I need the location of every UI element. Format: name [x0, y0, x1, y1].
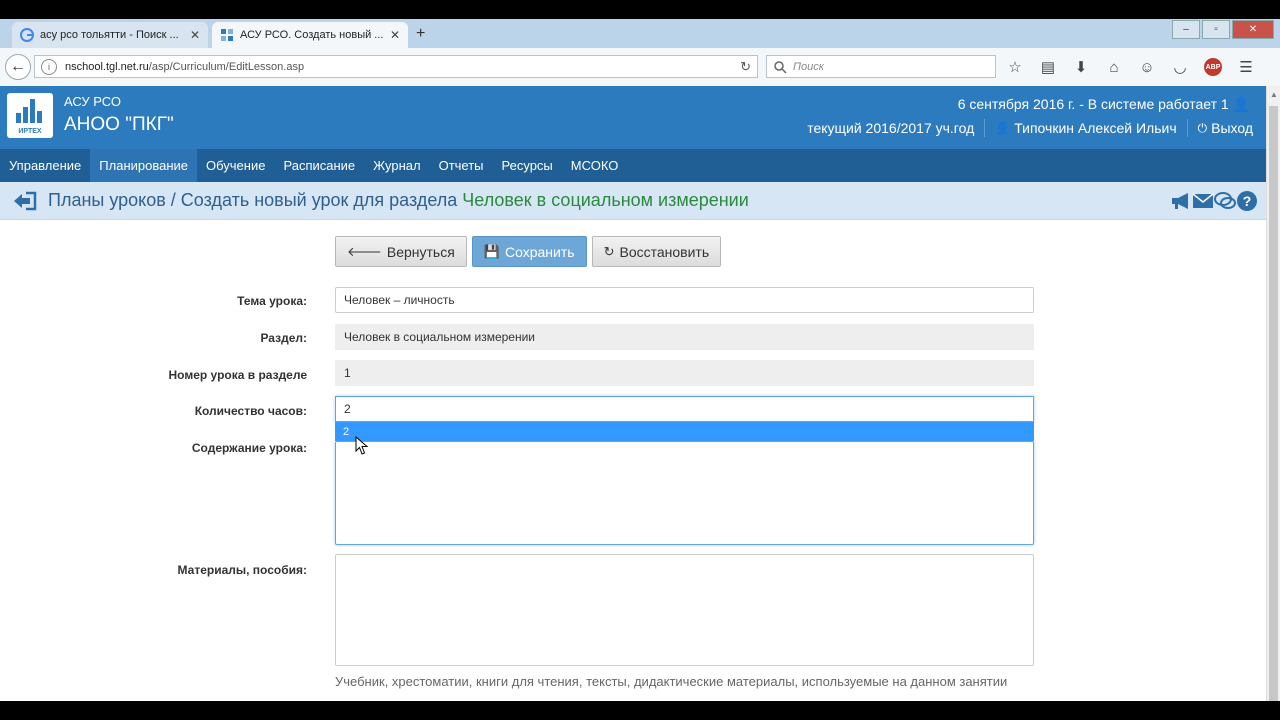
google-icon — [20, 28, 34, 42]
screen: асу рсо тольятти - Поиск ... ✕ АСУ РСО. … — [0, 19, 1280, 701]
browser-search-input[interactable]: Поиск — [766, 55, 996, 78]
browser-nav-bar: ← i nschool.tgl.net.ru /asp/Curriculum/E… — [0, 48, 1280, 87]
users-online-icon[interactable]: 👤 — [1233, 96, 1250, 112]
help-icon[interactable]: ? — [1236, 190, 1258, 212]
org-name: АНОО "ПКГ" — [64, 114, 174, 135]
window-controls: – ▫ ✕ — [1170, 20, 1274, 39]
content-textarea[interactable] — [335, 441, 1034, 545]
site-icon — [221, 29, 233, 41]
section-name: Человек в социальном измерении — [462, 190, 749, 210]
adblock-icon[interactable]: ABP — [1202, 56, 1224, 78]
address-bar[interactable]: i nschool.tgl.net.ru /asp/Curriculum/Edi… — [34, 55, 758, 78]
page-title-bar: Планы уроков / Создать новый урок для ра… — [0, 182, 1266, 220]
hours-label: Количество часов: — [194, 404, 307, 418]
search-placeholder: Поиск — [793, 60, 824, 73]
lesson-number-label: Номер урока в разделе — [168, 368, 308, 382]
bookmark-star-icon[interactable]: ☆ — [1004, 56, 1026, 78]
url-path: /asp/Curriculum/EditLesson.asp — [148, 60, 305, 73]
menu-item-management[interactable]: Управление — [0, 149, 90, 182]
menu-item-reports[interactable]: Отчеты — [430, 149, 493, 182]
minimize-icon[interactable]: – — [1172, 20, 1200, 39]
pocket-icon[interactable]: ◡ — [1169, 56, 1191, 78]
content-label: Содержание урока: — [191, 441, 307, 455]
logo-text: ИРТЕХ — [18, 128, 42, 135]
mouse-pointer-icon — [355, 436, 369, 455]
app-header: ИРТЕХ АСУ РСО АНОО "ПКГ" 6 сентября 2016… — [0, 86, 1266, 149]
materials-label: Материалы, пособия: — [177, 563, 308, 577]
topic-input[interactable]: Человек – личность — [335, 287, 1034, 313]
info-icon[interactable]: i — [41, 58, 57, 75]
tab-title: асу рсо тольятти - Поиск ... — [40, 29, 179, 41]
title-icons: ? — [1170, 190, 1258, 212]
tab-search[interactable]: асу рсо тольятти - Поиск ... ✕ — [12, 22, 208, 48]
page-title: Планы уроков / Создать новый урок для ра… — [48, 190, 749, 210]
action-buttons: 🡐 Вернуться 💾 Сохранить ↻ Восстановить — [335, 236, 726, 267]
user-icon: 👤 — [995, 121, 1011, 135]
power-icon: ⏻ — [1197, 120, 1208, 135]
autocomplete-option[interactable]: 2 — [335, 422, 1034, 441]
logout-link[interactable]: Выход — [1211, 120, 1253, 136]
close-window-icon[interactable]: ✕ — [1232, 20, 1274, 39]
browser-toolbar: ☆ ▤ ⬇ ⌂ ☺ ◡ ABP ☰ — [1004, 56, 1268, 78]
save-button[interactable]: 💾 Сохранить — [471, 236, 587, 267]
megaphone-icon[interactable] — [1170, 190, 1192, 212]
hours-input[interactable]: 2 — [335, 396, 1034, 422]
user-line: текущий 2016/2017 уч.год 👤 Типочкин Алек… — [807, 119, 1253, 137]
menu-item-education[interactable]: Обучение — [197, 149, 274, 182]
section-field: Человек в социальном измерении — [335, 324, 1034, 350]
mail-icon[interactable] — [1192, 190, 1214, 212]
close-tab-icon[interactable]: ✕ — [190, 28, 200, 42]
tab-title: АСУ РСО. Создать новый ... — [240, 29, 384, 41]
main-menu: Управление Планирование Обучение Расписа… — [0, 149, 1266, 182]
back-button[interactable]: 🡐 Вернуться — [335, 236, 467, 267]
refresh-icon: ↻ — [603, 243, 615, 259]
menu-item-schedule[interactable]: Расписание — [274, 149, 364, 182]
restore-button[interactable]: ↻ Восстановить — [591, 236, 722, 267]
arrow-left-icon: 🡐 — [347, 243, 382, 259]
menu-item-msoko[interactable]: МСОКО — [562, 149, 628, 182]
tab-edit-lesson[interactable]: АСУ РСО. Создать новый ... ✕ — [212, 22, 408, 48]
new-tab-icon[interactable]: + — [416, 25, 425, 43]
section-label: Раздел: — [260, 331, 307, 345]
search-icon — [774, 60, 787, 74]
logo-bars-icon — [16, 99, 44, 123]
date-status: 6 сентября 2016 г. - В системе работает … — [957, 96, 1250, 112]
url-host: nschool.tgl.net.ru — [65, 60, 149, 73]
app-name: АСУ РСО — [64, 94, 121, 109]
reload-icon[interactable]: ↻ — [740, 59, 751, 75]
hello-icon[interactable]: ☺ — [1136, 56, 1158, 78]
svg-text:?: ? — [1243, 193, 1252, 209]
hamburger-menu-icon[interactable]: ☰ — [1235, 56, 1257, 78]
materials-hint: Учебник, хрестоматии, книги для чтения, … — [335, 674, 1008, 689]
browser-tab-bar: асу рсо тольятти - Поиск ... ✕ АСУ РСО. … — [0, 19, 1280, 48]
floppy-icon: 💾 — [483, 243, 500, 259]
close-tab-icon[interactable]: ✕ — [390, 28, 400, 42]
school-year[interactable]: текущий 2016/2017 уч.год — [807, 120, 974, 136]
menu-item-journal[interactable]: Журнал — [364, 149, 429, 182]
menu-item-planning[interactable]: Планирование — [90, 149, 198, 182]
materials-textarea[interactable] — [335, 554, 1034, 666]
back-arrow-icon[interactable] — [12, 190, 38, 212]
chat-icon[interactable] — [1214, 190, 1236, 212]
topic-label: Тема урока: — [237, 294, 307, 308]
logo[interactable]: ИРТЕХ — [7, 93, 53, 138]
download-icon[interactable]: ⬇ — [1070, 56, 1092, 78]
lesson-number-field: 1 — [335, 360, 1034, 386]
maximize-icon[interactable]: ▫ — [1202, 20, 1230, 39]
home-icon[interactable]: ⌂ — [1103, 56, 1125, 78]
menu-item-resources[interactable]: Ресурсы — [493, 149, 562, 182]
reading-list-icon[interactable]: ▤ — [1037, 56, 1059, 78]
page-scrollbar[interactable]: ▲ — [1266, 86, 1280, 701]
user-name[interactable]: Типочкин Алексей Ильич — [1014, 120, 1176, 136]
browser-back-icon[interactable]: ← — [5, 54, 31, 80]
